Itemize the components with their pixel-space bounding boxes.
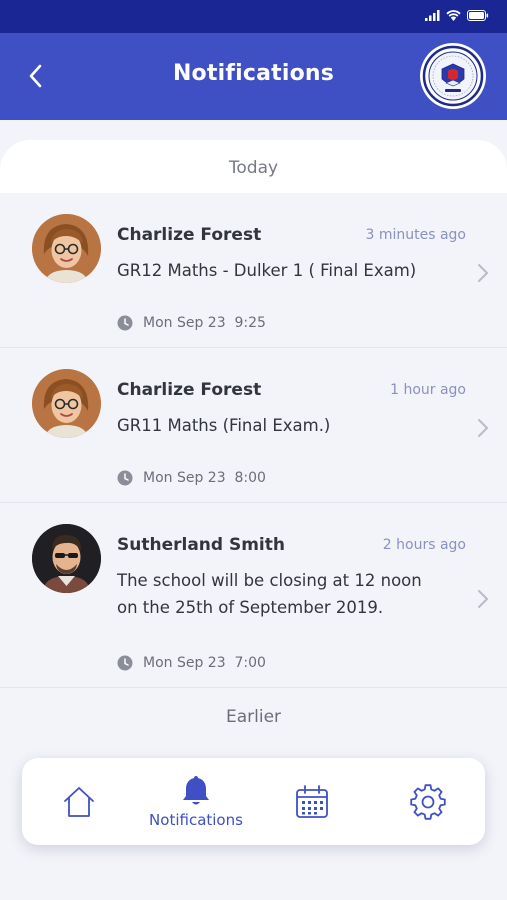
date-line: Mon Sep 23 9:25 xyxy=(117,315,266,331)
sender-name: Charlize Forest xyxy=(117,380,262,400)
date-text: Mon Sep 23 9:25 xyxy=(143,315,266,331)
time-ago: 1 hour ago xyxy=(390,382,466,398)
signal-icon xyxy=(425,10,440,21)
avatar-woman-icon xyxy=(32,214,101,283)
app-header: Notifications xyxy=(0,33,507,120)
calendar-icon xyxy=(296,784,328,818)
avatar-woman-icon xyxy=(32,369,101,438)
message-line: on the 25th of September 2019. xyxy=(117,598,384,617)
school-logo[interactable] xyxy=(420,43,486,109)
gear-icon xyxy=(410,783,446,820)
notification-item[interactable]: Sutherland Smith 2 hours ago The school … xyxy=(0,503,507,688)
time-ago: 2 hours ago xyxy=(382,537,466,553)
bottom-nav: Notifications xyxy=(22,758,485,845)
section-header-earlier: Earlier xyxy=(225,707,282,727)
message-line: The school will be closing at 12 noon xyxy=(117,571,422,590)
clock-icon xyxy=(117,470,133,486)
message-text: GR11 Maths (Final Exam.) xyxy=(117,412,447,439)
school-crest-icon xyxy=(422,45,484,107)
bell-icon xyxy=(183,776,209,805)
nav-item-notifications[interactable]: Notifications xyxy=(141,758,251,845)
chevron-right-icon xyxy=(478,590,488,608)
time-ago: 3 minutes ago xyxy=(365,227,466,243)
message-line: GR11 Maths (Final Exam.) xyxy=(117,416,331,435)
date-line: Mon Sep 23 7:00 xyxy=(117,655,266,671)
message-text: The school will be closing at 12 noon on… xyxy=(117,567,447,621)
status-icons xyxy=(425,10,489,21)
nav-label-notifications: Notifications xyxy=(149,811,243,829)
wifi-icon xyxy=(446,10,461,21)
chevron-right-icon xyxy=(478,264,488,282)
nav-item-settings[interactable] xyxy=(373,758,483,845)
clock-icon xyxy=(117,655,133,671)
home-icon xyxy=(64,786,94,817)
battery-icon xyxy=(467,10,489,21)
nav-item-home[interactable] xyxy=(24,758,134,845)
section-header-today: Today xyxy=(0,140,507,193)
avatar xyxy=(32,214,101,283)
nav-item-calendar[interactable] xyxy=(257,758,367,845)
avatar-man-icon xyxy=(32,524,101,593)
notification-item[interactable]: Charlize Forest 3 minutes ago GR12 Maths… xyxy=(0,193,507,348)
date-text: Mon Sep 23 7:00 xyxy=(143,655,266,671)
sender-name: Charlize Forest xyxy=(117,225,262,245)
clock-icon xyxy=(117,315,133,331)
status-bar xyxy=(0,0,507,33)
avatar xyxy=(32,369,101,438)
chevron-right-icon xyxy=(478,419,488,437)
date-text: Mon Sep 23 8:00 xyxy=(143,470,266,486)
message-text: GR12 Maths - Dulker 1 ( Final Exam) xyxy=(117,257,447,284)
date-line: Mon Sep 23 8:00 xyxy=(117,470,266,486)
avatar xyxy=(32,524,101,593)
sender-name: Sutherland Smith xyxy=(117,535,285,555)
message-line: GR12 Maths - Dulker 1 ( Final Exam) xyxy=(117,261,417,280)
notification-item[interactable]: Charlize Forest 1 hour ago GR11 Maths (F… xyxy=(0,348,507,503)
